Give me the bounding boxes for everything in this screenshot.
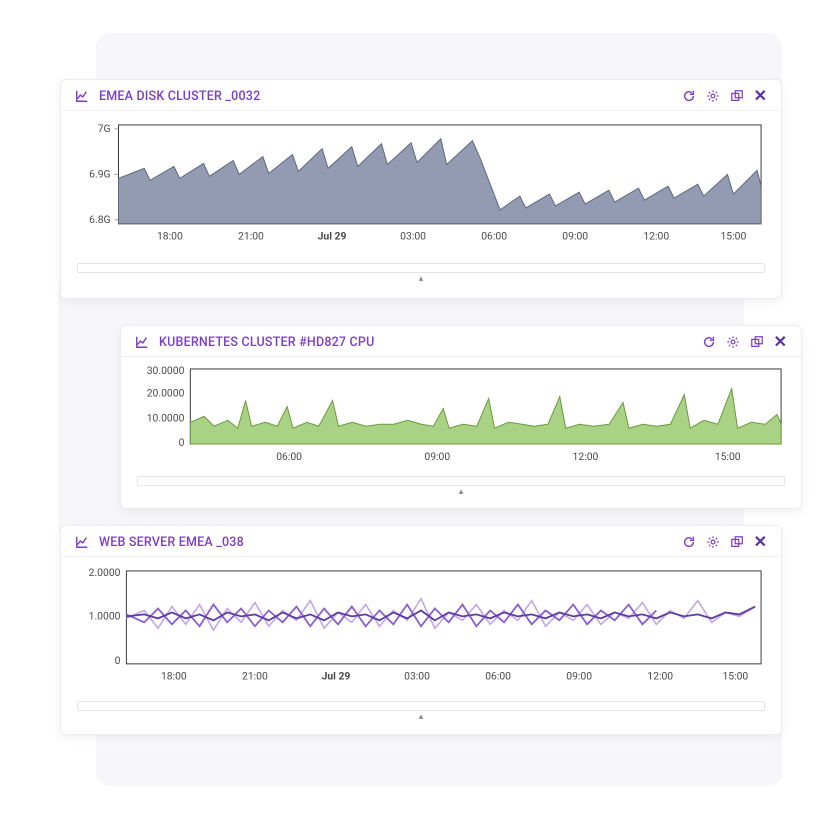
svg-text:06:00: 06:00 — [485, 670, 511, 683]
svg-text:2.0000: 2.0000 — [89, 566, 121, 579]
svg-text:0: 0 — [179, 436, 185, 449]
card-header: EMEA DISK CLUSTER _0032 ✕ — [61, 80, 781, 111]
svg-text:6.9G: 6.9G — [89, 167, 110, 180]
refresh-icon[interactable] — [682, 89, 696, 103]
card-body: 2.0000 1.0000 0 18:00 21:00 Jul 29 03:00… — [61, 557, 781, 715]
svg-text:09:00: 09:00 — [566, 670, 592, 683]
time-range-scrubber[interactable] — [137, 476, 785, 486]
plot-area[interactable]: 2.0000 1.0000 0 18:00 21:00 Jul 29 03:00… — [75, 565, 767, 695]
card-action-icons: ✕ — [702, 334, 787, 350]
card-body: 7G 6.9G 6.8G 18:00 21:00 Jul 29 03:00 06… — [61, 111, 781, 277]
card-action-icons: ✕ — [682, 88, 767, 104]
svg-text:21:00: 21:00 — [238, 230, 264, 243]
svg-text:Jul 29: Jul 29 — [318, 230, 347, 243]
gear-icon[interactable] — [706, 535, 720, 549]
chart-card-emea-disk: EMEA DISK CLUSTER _0032 ✕ 7G 6.9G — [60, 79, 782, 299]
svg-text:06:00: 06:00 — [276, 450, 302, 463]
gear-icon[interactable] — [726, 335, 740, 349]
time-range-scrubber[interactable] — [77, 263, 765, 273]
card-title: KUBERNETES CLUSTER #HD827 CPU — [159, 335, 374, 350]
card-title: WEB SERVER EMEA _038 — [99, 535, 244, 550]
svg-text:09:00: 09:00 — [562, 230, 588, 243]
svg-text:03:00: 03:00 — [404, 670, 430, 683]
card-title: EMEA DISK CLUSTER _0032 — [99, 89, 260, 104]
svg-text:03:00: 03:00 — [400, 230, 426, 243]
svg-text:09:00: 09:00 — [424, 450, 450, 463]
card-body: 30.0000 20.0000 10.0000 0 06:00 09:00 12… — [121, 357, 801, 490]
close-icon[interactable]: ✕ — [754, 88, 767, 104]
refresh-icon[interactable] — [682, 535, 696, 549]
plot-area[interactable]: 7G 6.9G 6.8G 18:00 21:00 Jul 29 03:00 06… — [75, 119, 767, 257]
svg-text:20.0000: 20.0000 — [147, 387, 185, 400]
svg-text:12:00: 12:00 — [647, 670, 673, 683]
close-icon[interactable]: ✕ — [754, 534, 767, 550]
svg-text:0: 0 — [115, 654, 121, 667]
svg-text:10.0000: 10.0000 — [147, 411, 185, 424]
popout-icon[interactable] — [750, 335, 764, 349]
svg-text:12:00: 12:00 — [643, 230, 669, 243]
svg-text:6.8G: 6.8G — [89, 213, 110, 226]
chart-icon — [75, 89, 89, 103]
plot-area[interactable]: 30.0000 20.0000 10.0000 0 06:00 09:00 12… — [135, 365, 787, 470]
svg-text:Jul 29: Jul 29 — [322, 670, 351, 683]
svg-text:15:00: 15:00 — [720, 230, 746, 243]
gear-icon[interactable] — [706, 89, 720, 103]
popout-icon[interactable] — [730, 535, 744, 549]
refresh-icon[interactable] — [702, 335, 716, 349]
card-header: KUBERNETES CLUSTER #HD827 CPU ✕ — [121, 326, 801, 357]
card-header: WEB SERVER EMEA _038 ✕ — [61, 526, 781, 557]
card-action-icons: ✕ — [682, 534, 767, 550]
chart-icon — [135, 335, 149, 349]
svg-text:21:00: 21:00 — [242, 670, 268, 683]
popout-icon[interactable] — [730, 89, 744, 103]
svg-text:06:00: 06:00 — [481, 230, 507, 243]
svg-text:7G: 7G — [98, 122, 111, 135]
svg-text:18:00: 18:00 — [161, 670, 187, 683]
svg-text:15:00: 15:00 — [715, 450, 741, 463]
svg-text:18:00: 18:00 — [157, 230, 183, 243]
close-icon[interactable]: ✕ — [774, 334, 787, 350]
time-range-scrubber[interactable] — [77, 701, 765, 711]
svg-text:1.0000: 1.0000 — [89, 609, 121, 622]
chart-card-web-server: WEB SERVER EMEA _038 ✕ 2.0000 1.0000 0 — [60, 525, 782, 735]
svg-text:15:00: 15:00 — [722, 670, 748, 683]
chart-card-k8s-cpu: KUBERNETES CLUSTER #HD827 CPU ✕ 30.0000 … — [120, 325, 802, 509]
svg-text:12:00: 12:00 — [573, 450, 599, 463]
svg-text:30.0000: 30.0000 — [147, 365, 185, 377]
cpu-area-series — [190, 389, 781, 444]
disk-area-series — [118, 139, 761, 224]
chart-icon — [75, 535, 89, 549]
